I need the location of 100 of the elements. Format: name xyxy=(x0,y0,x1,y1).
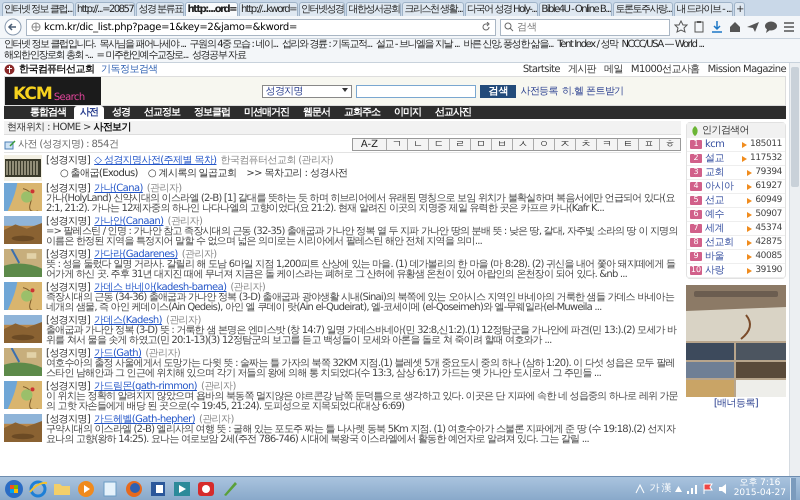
banner-register-link[interactable]: [배너등록] xyxy=(686,398,786,409)
toc-link[interactable]: ○ 계시록의 일곱교회 xyxy=(148,168,236,179)
toc-link[interactable]: >> 목차고리 : 성경사전 xyxy=(246,168,348,179)
menu-tab[interactable]: 미션매거진 xyxy=(238,106,295,119)
toc-link[interactable]: ○ 출애굽(Exodus) xyxy=(60,168,138,179)
index-letter[interactable]: ㅎ xyxy=(659,139,680,150)
browser-tab[interactable]: 토론토주사랑... xyxy=(613,2,674,16)
network-icon[interactable] xyxy=(686,482,698,494)
show-hidden-icon[interactable] xyxy=(674,486,682,492)
menu-icon[interactable] xyxy=(782,20,796,34)
search-term-link[interactable]: 선교 xyxy=(705,195,744,206)
menu-tab[interactable]: 선교사진 xyxy=(429,106,477,119)
browser-tab[interactable]: 다국어 성경 Holy-... xyxy=(465,2,538,16)
menu-tab[interactable]: 통합검색 xyxy=(24,106,72,119)
bookmark-link[interactable]: 목사님을 패어나세야 ... xyxy=(99,40,186,50)
search-term-link[interactable]: 교회 xyxy=(705,167,744,178)
bookmark-link[interactable]: Tent Index / 성막 xyxy=(557,40,618,50)
browser-tab[interactable]: 크리스천 생활... xyxy=(402,2,464,16)
top-link[interactable]: 게시판 xyxy=(568,64,596,75)
query-field[interactable] xyxy=(356,84,476,98)
address-bar[interactable]: kcm.kr/dic_list.php?page=1&key=2&jamo=&kword= xyxy=(26,18,496,36)
bookmark-link[interactable]: = 미주한인예수교장로... xyxy=(96,50,188,61)
menu-tab[interactable]: 선교정보 xyxy=(138,106,186,119)
scrollbar[interactable] xyxy=(789,63,800,476)
index-letter[interactable]: ㅌ xyxy=(617,139,638,150)
search-term-link[interactable]: 사랑 xyxy=(705,265,744,276)
entry-title[interactable]: 가드헤벨(Gath-hepher) xyxy=(94,414,195,425)
entry-title[interactable]: 가데스 바네아(kadesh-barnea) xyxy=(94,282,226,293)
flag-icon[interactable] xyxy=(702,482,714,494)
top-link[interactable]: Mission Magazine xyxy=(708,64,786,75)
entry-title[interactable]: 가드(Gath) xyxy=(94,348,142,359)
browser-tab[interactable]: 인터넷 정보 클럽... xyxy=(2,2,74,16)
index-letter[interactable]: ㅈ xyxy=(554,139,575,150)
menu-tab[interactable]: 이미지 xyxy=(388,106,427,119)
index-letter[interactable]: ㅋ xyxy=(596,139,617,150)
home-icon[interactable] xyxy=(728,20,742,34)
site-logo[interactable]: KCM Search xyxy=(5,77,101,105)
bookmark-link[interactable]: 성경공부 자료 xyxy=(192,50,246,61)
browser-tab[interactable]: 성경 분류표 xyxy=(136,2,184,16)
index-letter[interactable]: ㅇ xyxy=(533,139,554,150)
back-icon[interactable] xyxy=(4,18,22,36)
site-name[interactable]: 한국컴퓨터선교회 xyxy=(19,64,94,75)
entry-title[interactable]: 가나안(Canaan) xyxy=(94,216,164,227)
search-term-link[interactable]: 세계 xyxy=(705,223,744,234)
browser-icon[interactable] xyxy=(28,478,48,498)
search-term-link[interactable]: kcm xyxy=(705,139,740,150)
bookmark-link[interactable]: 구원의 4중 모습 : 네이... xyxy=(190,40,278,50)
index-letter[interactable]: ㄱ xyxy=(386,139,407,150)
search-term-link[interactable]: 선교회 xyxy=(705,237,744,248)
bookmark-link[interactable]: NCCC/USA — World ... xyxy=(621,40,704,50)
entry-title[interactable]: 가나(Cana) xyxy=(94,183,143,194)
menu-tab[interactable]: 사전 xyxy=(74,106,104,119)
browser-tab[interactable]: http://...kword= xyxy=(239,2,298,16)
header-link[interactable]: 사전등록 xyxy=(520,86,558,96)
index-letter[interactable]: ㄴ xyxy=(407,139,428,150)
download-icon[interactable] xyxy=(710,20,724,34)
index-letter[interactable]: ㅍ xyxy=(638,139,659,150)
header-link[interactable]: 히.헬 폰트받기 xyxy=(562,86,624,96)
send-icon[interactable] xyxy=(746,20,760,34)
index-letter[interactable]: ㄷ xyxy=(428,139,449,150)
bookmark-link[interactable]: 설교 - 브니엘을 지날 ... xyxy=(376,40,460,50)
index-letter[interactable]: ㅅ xyxy=(512,139,533,150)
search-term-link[interactable]: 아시아 xyxy=(705,181,744,192)
bookmark-link[interactable]: 인터넷 정보 클럽입니다. xyxy=(4,40,96,50)
play-icon[interactable] xyxy=(76,478,96,498)
search-button[interactable]: 검색 xyxy=(480,84,516,98)
chat-icon[interactable] xyxy=(764,20,778,34)
bookmark-star-icon[interactable] xyxy=(674,20,688,34)
entry-title[interactable]: ◇ 성경지명사전(주제별 목차) xyxy=(94,155,216,166)
browser-tab[interactable]: Bible4U - Online B... xyxy=(539,2,612,16)
start-orb-icon[interactable] xyxy=(4,478,24,498)
bookmark-link[interactable]: 섭리와 경륜 : 기독교적... xyxy=(282,40,372,50)
menu-tab[interactable]: 성경 xyxy=(106,106,136,119)
index-letter[interactable]: ㅂ xyxy=(491,139,512,150)
index-letter[interactable]: ㅁ xyxy=(470,139,491,150)
index-letter[interactable]: ㅊ xyxy=(575,139,596,150)
menu-tab[interactable]: 웹문서 xyxy=(297,106,336,119)
browser-tab[interactable]: http:...ord= xyxy=(185,2,238,16)
browser-tab[interactable]: 대한성서공회 xyxy=(346,2,402,16)
search-term-link[interactable]: 바울 xyxy=(705,251,744,262)
menu-tab[interactable]: 정보클럽 xyxy=(188,106,236,119)
browser-tab[interactable]: 인터넷성경 xyxy=(298,2,346,16)
menu-tab[interactable]: 교회주소 xyxy=(338,106,386,119)
new-tab-button[interactable]: + xyxy=(734,2,745,16)
search-term-link[interactable]: 설교 xyxy=(705,153,740,164)
entry-title[interactable]: 가드림몬(gath-rimmon) xyxy=(94,381,197,392)
search-box[interactable]: 검색 xyxy=(500,18,670,36)
show-desktop-button[interactable] xyxy=(790,478,796,500)
top-link[interactable]: M1000선교사홈 xyxy=(630,64,700,75)
search-term-link[interactable]: 예수 xyxy=(705,209,744,220)
entry-title[interactable]: 가데스(Kadesh) xyxy=(94,315,162,326)
browser-tab[interactable]: http://...=20857 xyxy=(74,2,136,16)
clipboard-icon[interactable] xyxy=(692,20,706,34)
browser-tab[interactable]: 내 드라이브 - ... xyxy=(674,2,733,16)
scope-dropdown[interactable]: 성경지명 xyxy=(262,84,352,98)
bookmark-link[interactable]: 해외한인장로회 총회 -... xyxy=(4,50,93,61)
entry-title[interactable]: 가다라(Gadarenes) xyxy=(94,249,178,260)
top-link[interactable]: 메일 xyxy=(604,64,623,75)
index-letter[interactable]: ㄹ xyxy=(449,139,470,150)
index-letter[interactable]: A-Z xyxy=(352,139,386,150)
